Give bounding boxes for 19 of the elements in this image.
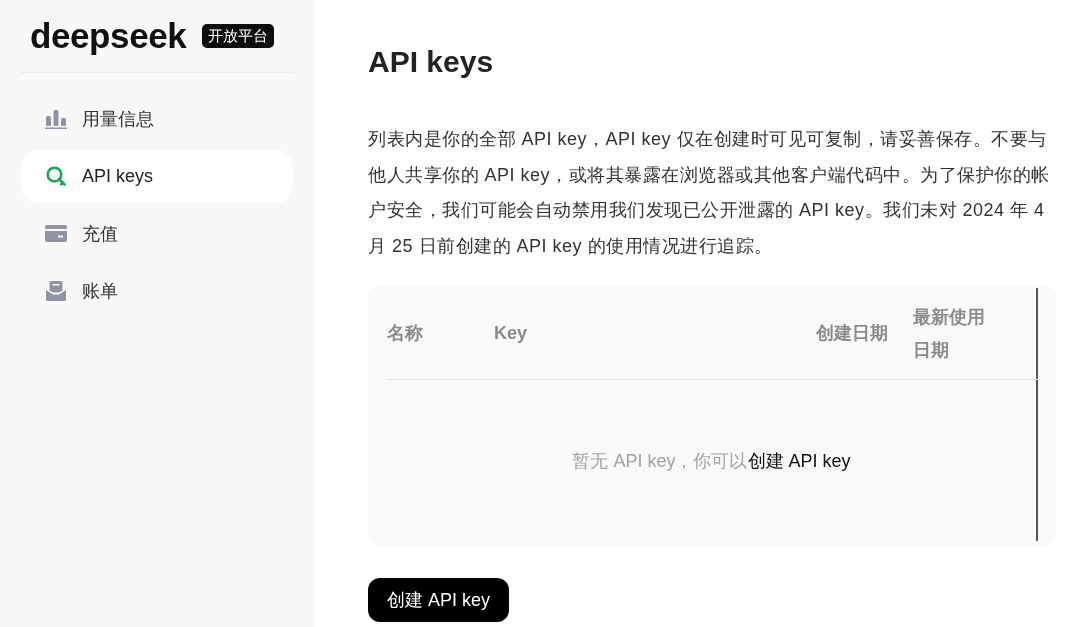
create-key-button[interactable]: 创建 API key — [368, 578, 510, 622]
tray-icon — [46, 281, 66, 301]
logo-wordmark: deepseek — [30, 16, 187, 56]
card-icon — [45, 225, 67, 242]
sidebar-nav-item[interactable]: 充值 — [21, 207, 293, 260]
bar-chart-icon — [45, 108, 67, 129]
sidebar-nav-item[interactable]: API keys — [21, 149, 293, 203]
sidebar-nav-item[interactable]: 用量信息 — [21, 92, 293, 145]
column-header: 最新使用日期 — [913, 305, 986, 362]
description-text: 列表内是你的全部 API key，API key 仅在创建时可见可复制，请妥善保存。不要与他人共享你的 API key，或将其暴露在浏览器或其他客户端代码中。为了保护你的帐户安全，我们可能会自动禁用我们发现已公开泄露的 API key。我们未对 2024 年 4 月 25 日前创建的 API key 的使用情况进行追踪。 — [368, 128, 1051, 258]
platform-badge: 开放平台 — [202, 24, 275, 48]
sidebar-nav-item[interactable]: 账单 — [21, 264, 293, 318]
create-key-link[interactable]: 创建 API key — [747, 450, 851, 471]
page-title: API keys — [368, 44, 494, 80]
column-header: Key — [494, 323, 528, 343]
column-header: 名称 — [387, 323, 423, 343]
column-header: 创建日期 — [816, 323, 888, 343]
magnifier-icon — [46, 166, 66, 186]
empty-message: 暂无 API key，你可以创建 API key — [572, 449, 851, 473]
